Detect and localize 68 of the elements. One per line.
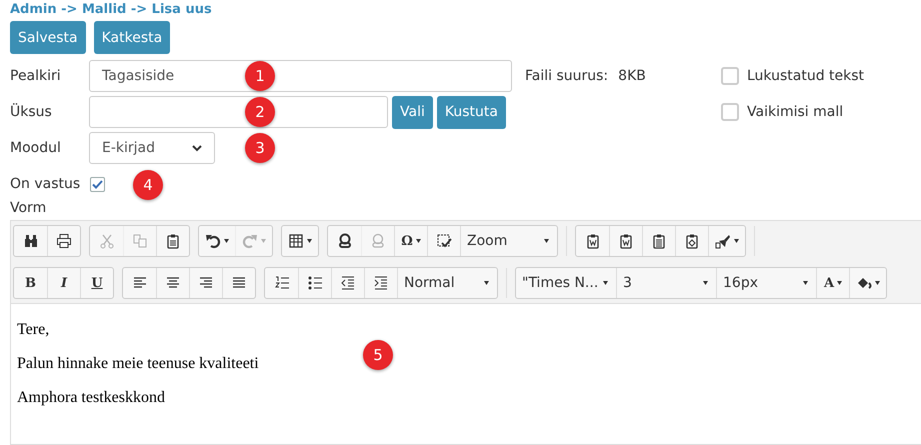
toolbar-dropdown[interactable]: "Times N... — [516, 268, 616, 298]
caret-icon — [703, 281, 708, 285]
field-label: Pealkiri — [10, 68, 62, 84]
paragraph: Amphora testkeskkond — [17, 388, 165, 408]
clipboard-icon — [684, 233, 700, 249]
clipboard-icon — [584, 233, 600, 249]
caret-icon — [484, 281, 489, 285]
checkbox[interactable] — [721, 103, 739, 121]
caret-icon — [224, 239, 229, 243]
copy-icon — [132, 233, 148, 249]
toolbar-dropdown[interactable]: 16px — [716, 268, 816, 298]
checkbox-label: Vaikimisi mall — [747, 104, 844, 120]
caret-icon — [416, 239, 421, 243]
numbered-list-icon — [274, 275, 290, 291]
caret-icon — [803, 281, 808, 285]
binoculars-icon — [22, 233, 38, 249]
field-label: On vastus — [10, 176, 80, 192]
toolbar-dropdown[interactable]: Zoom — [460, 226, 557, 256]
bullet-list-icon — [307, 275, 323, 291]
paragraph: Palun hinnake meie teenuse kvaliteeti — [17, 354, 259, 374]
printer-icon — [56, 233, 72, 249]
action-button[interactable]: Salvesta — [10, 21, 86, 54]
scissors-icon — [98, 233, 114, 249]
caret-icon — [544, 239, 549, 243]
file-size-value: 8KB — [618, 68, 646, 84]
field-label: Vorm — [10, 200, 48, 216]
brush-icon — [715, 233, 731, 249]
outdent-icon — [340, 275, 356, 291]
caret-icon — [837, 281, 842, 285]
caret-icon — [603, 281, 608, 285]
toolbar-dropdown[interactable]: 3 — [616, 268, 716, 298]
number-marker: 2 — [245, 97, 275, 127]
unit-field[interactable] — [89, 96, 388, 128]
toolbar-button[interactable]: I — [47, 268, 80, 298]
toolbar-button[interactable]: Ω — [394, 226, 427, 256]
field-label: Moodul — [10, 140, 62, 156]
action-button[interactable]: Katkesta — [94, 21, 170, 54]
undo-icon — [205, 233, 221, 249]
showblocks-icon — [436, 233, 452, 249]
number-marker: 3 — [245, 133, 275, 163]
caret-icon — [875, 281, 880, 285]
paragraph: Tere, — [17, 320, 50, 340]
fill-icon — [856, 275, 872, 291]
file-size-label: Faili suurus: — [525, 68, 608, 84]
indent-icon — [373, 275, 389, 291]
unit-button[interactable]: Vali — [392, 96, 433, 128]
checkbox[interactable] — [721, 67, 739, 85]
toolbar-dropdown[interactable]: Normal — [397, 268, 497, 298]
clipboard-icon — [618, 233, 634, 249]
module-select[interactable]: E-kirjad — [89, 132, 215, 164]
clipboard-icon — [165, 233, 181, 249]
number-marker: 1 — [245, 61, 275, 91]
toolbar-button[interactable]: U — [80, 268, 113, 298]
chevron-icon — [192, 144, 202, 152]
toolbar-button[interactable]: A — [816, 268, 849, 298]
checkbox-label: Lukustatud tekst — [747, 68, 864, 84]
caret-icon — [307, 239, 312, 243]
number-marker: 4 — [133, 170, 163, 200]
table-icon — [288, 233, 304, 249]
redo-icon — [242, 233, 258, 249]
unit-button[interactable]: Kustuta — [436, 96, 506, 128]
breadcrumb: Admin -> Mallid -> Lisa uus — [10, 2, 213, 18]
checkbox[interactable] — [90, 176, 106, 192]
caret-icon — [734, 239, 739, 243]
clipboard-icon — [651, 233, 667, 249]
field-label: Üksus — [10, 104, 53, 120]
caret-icon — [261, 239, 266, 243]
toolbar-button[interactable]: B — [14, 268, 47, 298]
